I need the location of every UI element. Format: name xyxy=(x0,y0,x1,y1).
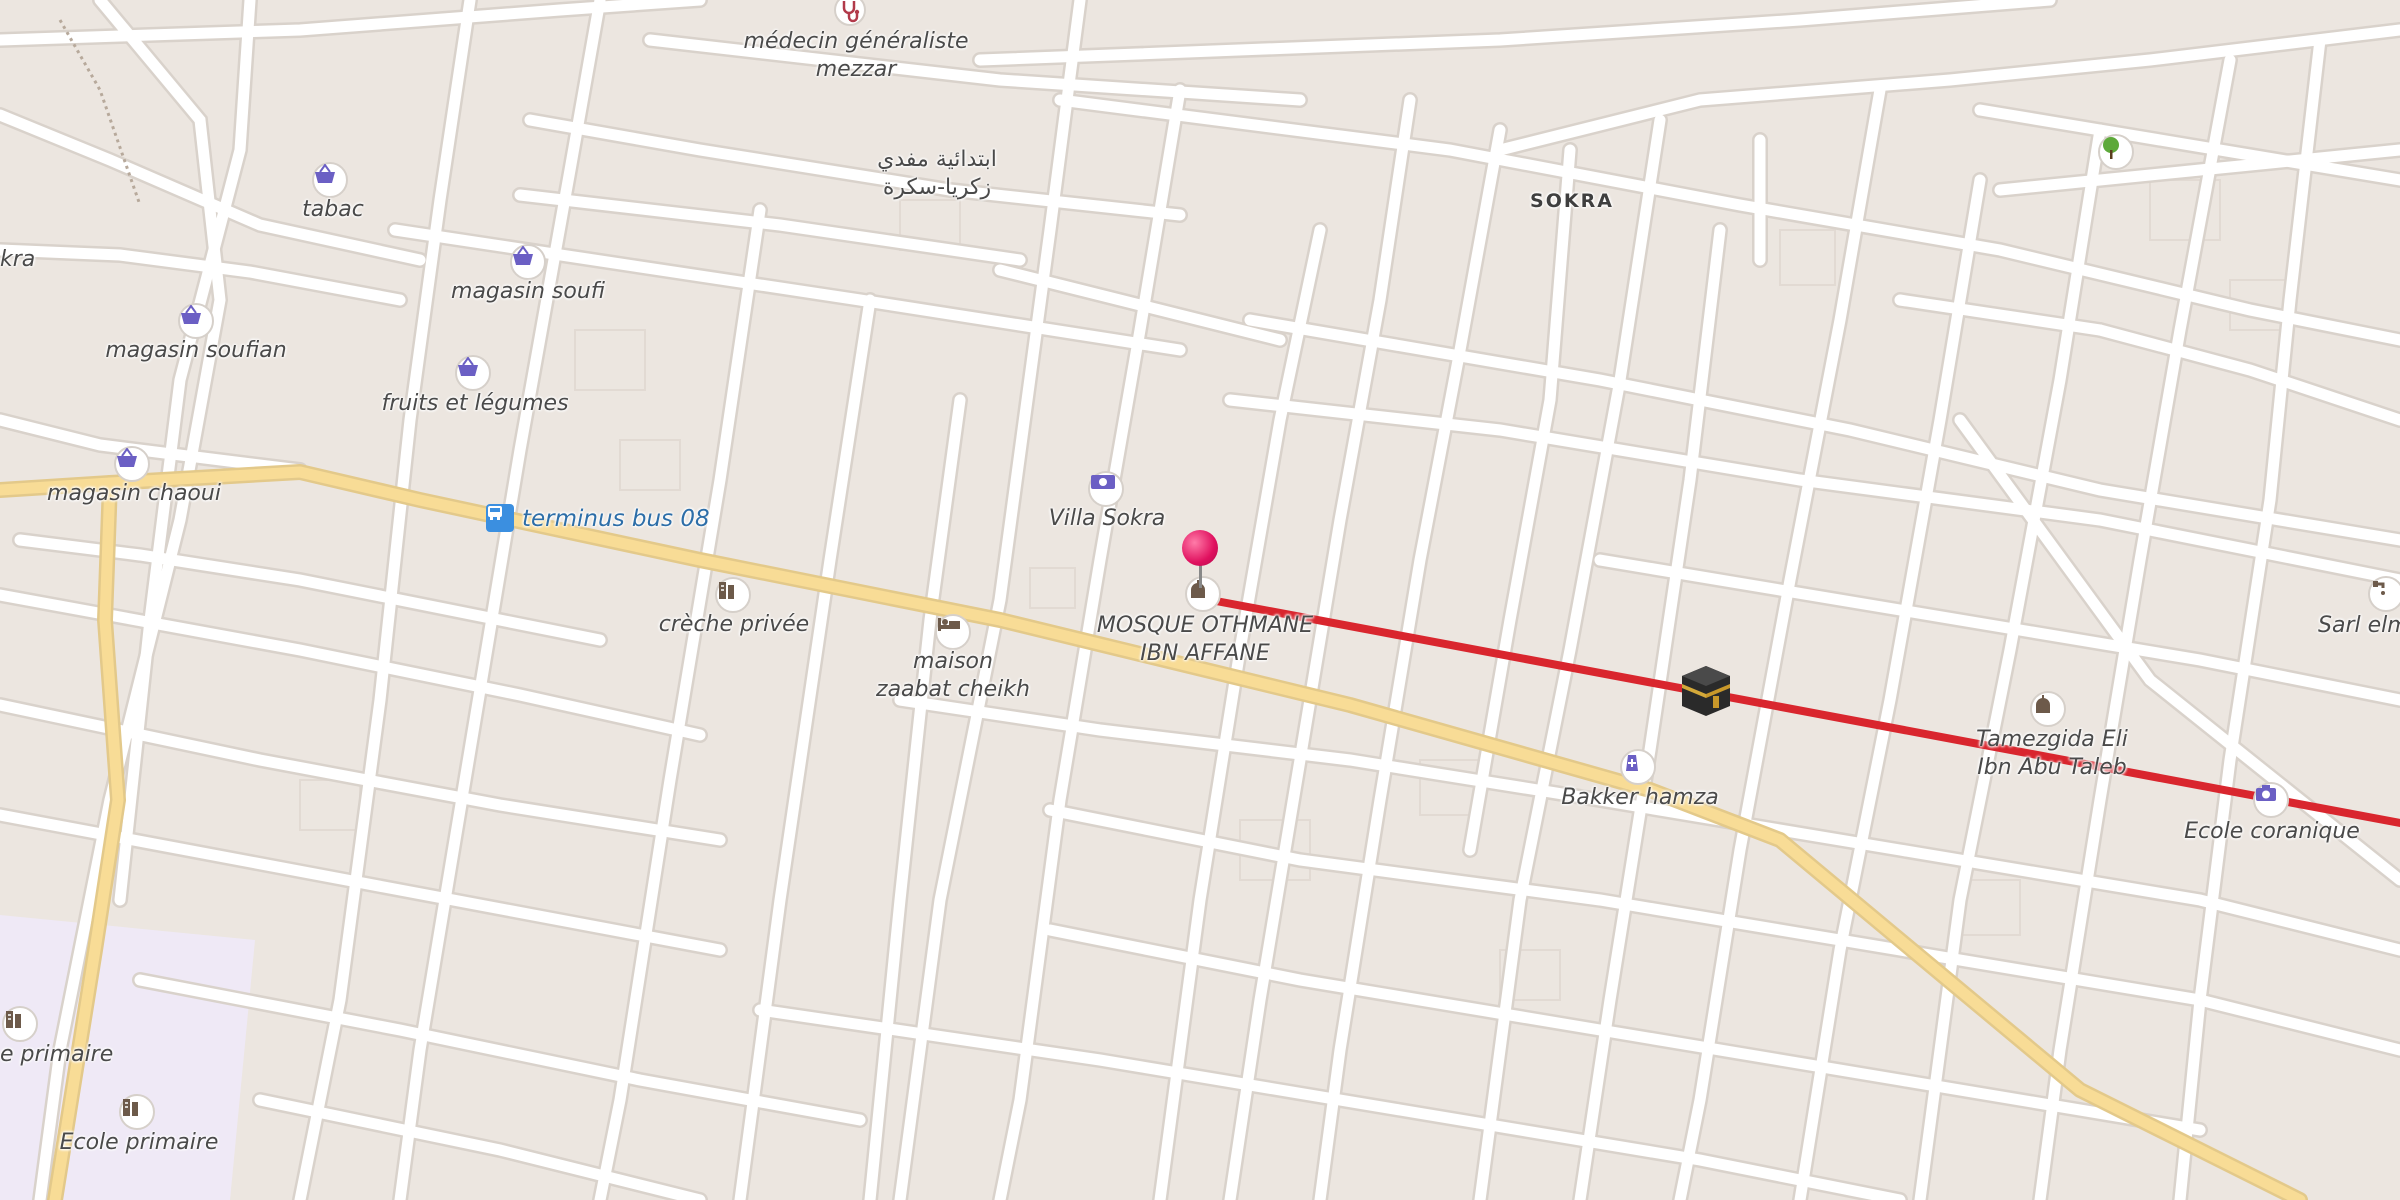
atm-icon[interactable] xyxy=(1088,471,1124,507)
label-school-arabic: ابتدائية مفدي زكريا-سكرة xyxy=(877,146,997,202)
shopping-basket-icon[interactable] xyxy=(178,303,214,339)
mosque-icon[interactable] xyxy=(1185,576,1221,612)
school-icon[interactable] xyxy=(2,1006,38,1042)
shopping-basket-icon[interactable] xyxy=(510,244,546,280)
label-medecin: médecin généraliste mezzar xyxy=(744,28,969,84)
label-creche-privee: crèche privée xyxy=(658,612,810,637)
label-school-arabic-line1: ابتدائية مفدي xyxy=(877,147,997,172)
stethoscope-icon[interactable] xyxy=(834,0,870,30)
label-magasin-soufi: magasin soufi xyxy=(451,279,605,304)
shopping-basket-icon[interactable] xyxy=(312,162,348,198)
label-maison-line1: maison xyxy=(913,649,993,674)
label-ecole-primaire: Ecole primaire xyxy=(59,1130,219,1155)
location-pin-icon[interactable] xyxy=(1182,530,1218,588)
kaaba-qibla-icon xyxy=(1680,664,1732,718)
label-maison-zaabat: maison zaabat cheikh xyxy=(876,648,1030,704)
school-icon[interactable] xyxy=(119,1094,155,1130)
label-terminus-bus: terminus bus 08 xyxy=(522,506,710,532)
label-maison-line2: zaabat cheikh xyxy=(876,677,1030,702)
label-magasin-soufian: magasin soufian xyxy=(105,338,287,363)
label-tamezgida: Tamezgida Eli Ibn Abu Taleb xyxy=(1976,726,2128,782)
label-mosque-line1: MOSQUE OTHMANE xyxy=(1096,613,1314,638)
label-magasin-chaoui: magasin chaoui xyxy=(47,481,221,506)
label-medecin-line2: mezzar xyxy=(815,57,897,82)
label-ecole-coranique: Ecole coranique xyxy=(2184,819,2360,844)
map-canvas[interactable]: médecin généraliste mezzar ابتدائية مفدي… xyxy=(0,0,2400,1200)
shopping-basket-icon[interactable] xyxy=(455,355,491,391)
hotel-bed-icon[interactable] xyxy=(935,614,971,650)
label-mosque-othmane: MOSQUE OTHMANE IBN AFFANE xyxy=(1097,612,1313,668)
label-school-arabic-line2: زكريا-سكرة xyxy=(882,175,992,200)
camera-icon[interactable] xyxy=(2253,782,2289,818)
label-villa-sokra: Villa Sokra xyxy=(1048,506,1166,531)
mosque-icon[interactable] xyxy=(2030,691,2066,727)
label-tamezgida-line1: Tamezgida Eli xyxy=(1976,727,2128,752)
label-medecin-line1: médecin généraliste xyxy=(743,29,969,54)
label-tabac: tabac xyxy=(302,197,364,222)
bus-stop-icon[interactable] xyxy=(486,504,514,532)
label-bakker-hamza: Bakker hamza xyxy=(1561,785,1719,810)
label-kra: kra xyxy=(0,247,36,272)
label-sarl-elm: Sarl elm xyxy=(2318,613,2400,638)
label-mosque-line2: IBN AFFANE xyxy=(1140,641,1270,666)
label-primaire-partial: e primaire xyxy=(0,1042,114,1067)
shopping-basket-icon[interactable] xyxy=(114,446,150,482)
label-sokra-district: SOKRA xyxy=(1530,190,1614,212)
label-tamezgida-line2: Ibn Abu Taleb xyxy=(1977,755,2127,780)
label-fruits-legumes: fruits et légumes xyxy=(381,391,569,416)
tap-icon[interactable] xyxy=(2368,576,2400,612)
school-icon[interactable] xyxy=(715,577,751,613)
tree-icon[interactable] xyxy=(2098,134,2134,170)
pharmacy-icon[interactable] xyxy=(1620,749,1656,785)
